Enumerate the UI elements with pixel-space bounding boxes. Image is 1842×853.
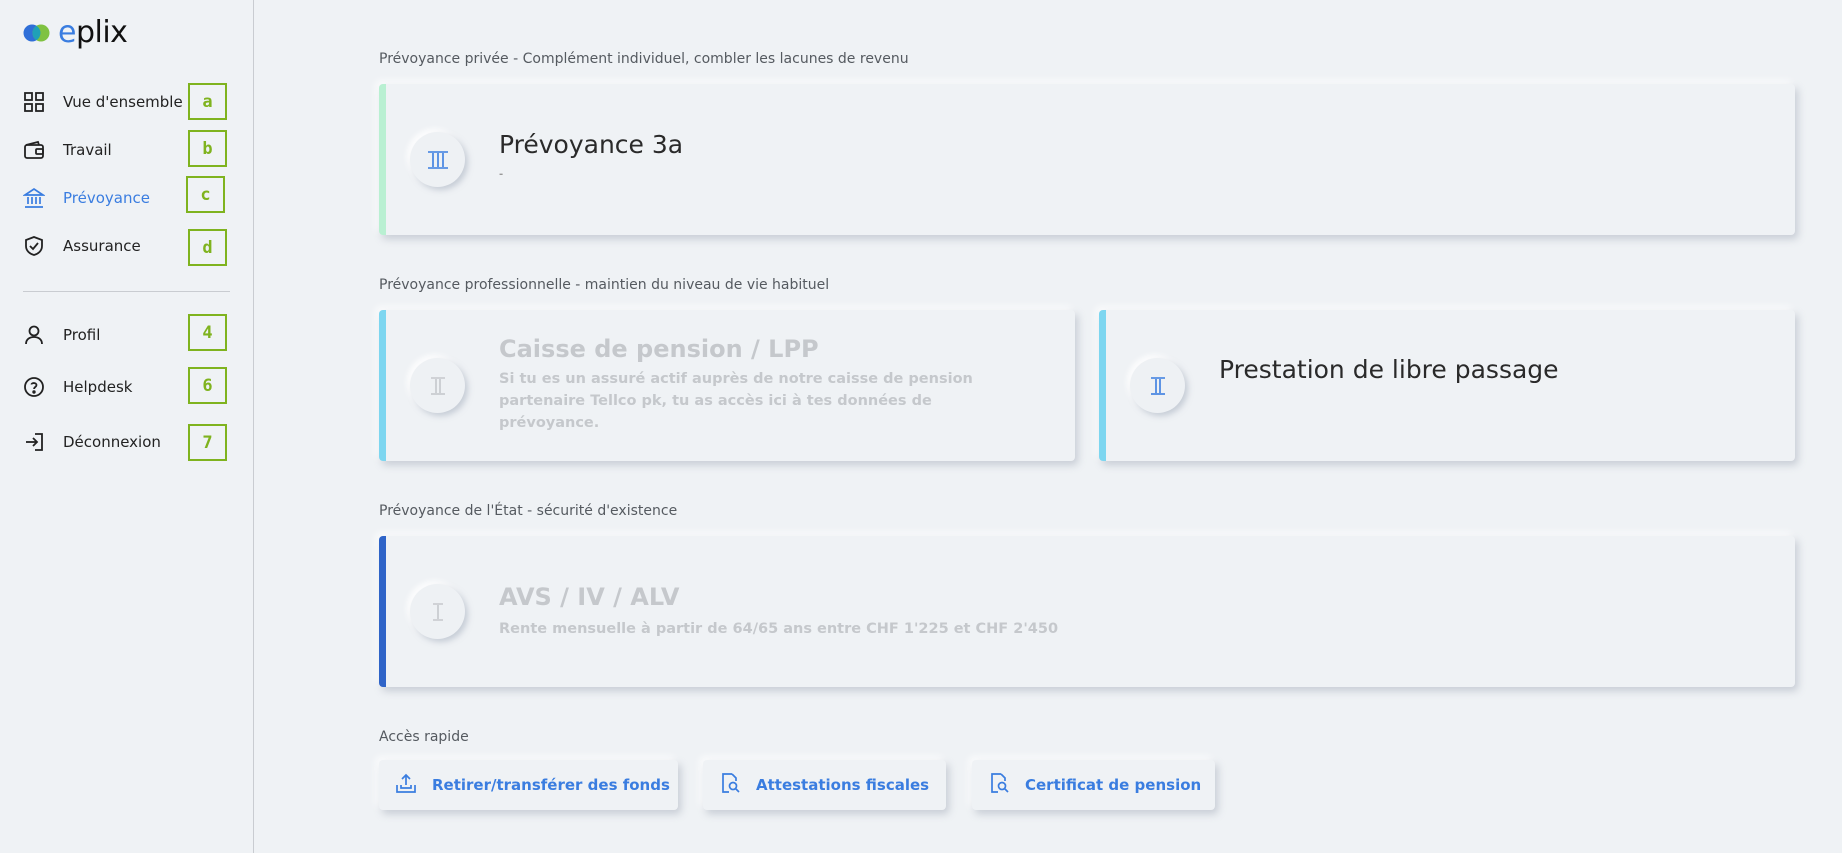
document-search-icon [988, 772, 1010, 798]
quick-action-tax-certificates[interactable]: Attestations fiscales [703, 760, 946, 810]
sidebar-item-logout[interactable]: Déconnexion [22, 427, 161, 457]
quick-action-label: Certificat de pension [1025, 776, 1202, 794]
quick-action-label: Attestations fiscales [756, 776, 930, 794]
bank-icon [22, 186, 46, 210]
document-search-icon [719, 772, 741, 798]
card-title: AVS / IV / ALV [499, 583, 680, 611]
section-title-professional: Prévoyance professionnelle - maintien du… [379, 277, 830, 293]
logo-mark-icon [23, 24, 50, 42]
card-prevoyance-3a[interactable]: Prévoyance 3a - [379, 84, 1795, 235]
card-stripe [379, 310, 386, 461]
shortcut-badge-7: 7 [188, 424, 227, 461]
card-subtitle: - [499, 169, 504, 180]
pillar-iii-icon [410, 132, 465, 187]
sidebar-item-helpdesk[interactable]: Helpdesk [22, 372, 132, 402]
sidebar-item-label: Vue d'ensemble [63, 93, 183, 111]
help-circle-icon [22, 375, 46, 399]
sidebar-item-profile[interactable]: Profil [22, 320, 100, 350]
logo-text: eplix [58, 15, 128, 50]
quick-action-withdraw-transfer[interactable]: Retirer/transférer des fonds [379, 760, 678, 810]
shortcut-badge-4: 4 [188, 314, 227, 351]
sidebar-item-work[interactable]: Travail [22, 135, 112, 165]
card-title: Prévoyance 3a [499, 130, 684, 159]
card-title: Prestation de libre passage [1219, 355, 1559, 384]
quick-action-label: Retirer/transférer des fonds [432, 776, 670, 794]
pillar-i-icon [410, 584, 465, 639]
sidebar-item-insurance[interactable]: Assurance [22, 231, 141, 261]
shortcut-badge-b: b [188, 130, 227, 167]
card-description: Si tu es un assuré actif auprès de notre… [499, 371, 973, 431]
card-avs-iv-alv[interactable]: AVS / IV / ALV Rente mensuelle à partir … [379, 536, 1795, 687]
sidebar-item-label: Assurance [63, 237, 141, 255]
sidebar-item-label: Déconnexion [63, 433, 161, 451]
card-libre-passage[interactable]: Prestation de libre passage [1099, 310, 1795, 461]
card-caisse-pension-lpp[interactable]: Caisse de pension / LPP Si tu es un assu… [379, 310, 1075, 461]
sidebar-item-label: Travail [63, 141, 112, 159]
shortcut-badge-c: c [186, 176, 225, 213]
pillar-ii-icon [1130, 358, 1185, 413]
card-description: Rente mensuelle à partir de 64/65 ans en… [499, 621, 1059, 637]
sidebar-item-prevoyance[interactable]: Prévoyance [22, 183, 150, 213]
section-title-private: Prévoyance privée - Complément individue… [379, 51, 909, 67]
upload-tray-icon [395, 772, 417, 798]
sidebar-item-label: Profil [63, 326, 101, 344]
quick-action-pension-certificate[interactable]: Certificat de pension [972, 760, 1215, 810]
card-stripe [1099, 310, 1106, 461]
shield-check-icon [22, 234, 46, 258]
sidebar-item-label: Helpdesk [63, 378, 133, 396]
pillar-ii-icon [410, 358, 465, 413]
card-stripe [379, 84, 386, 235]
shortcut-badge-6: 6 [188, 367, 227, 404]
sidebar: eplix Vue d'ensemble a Travail b Prévoya… [0, 0, 254, 853]
sidebar-item-label: Prévoyance [63, 189, 150, 207]
card-stripe [379, 536, 386, 687]
sidebar-divider [23, 291, 230, 292]
user-icon [22, 323, 46, 347]
wallet-icon [22, 138, 46, 162]
grid-icon [22, 90, 46, 114]
shortcut-badge-a: a [188, 83, 227, 120]
shortcut-badge-d: d [188, 229, 227, 266]
eplix-logo[interactable]: eplix [22, 15, 128, 50]
sidebar-item-overview[interactable]: Vue d'ensemble [22, 87, 183, 117]
logout-icon [22, 430, 46, 454]
section-title-state: Prévoyance de l'État - sécurité d'existe… [379, 503, 678, 519]
card-title: Caisse de pension / LPP [499, 335, 819, 363]
section-title-quick-access: Accès rapide [379, 729, 469, 745]
